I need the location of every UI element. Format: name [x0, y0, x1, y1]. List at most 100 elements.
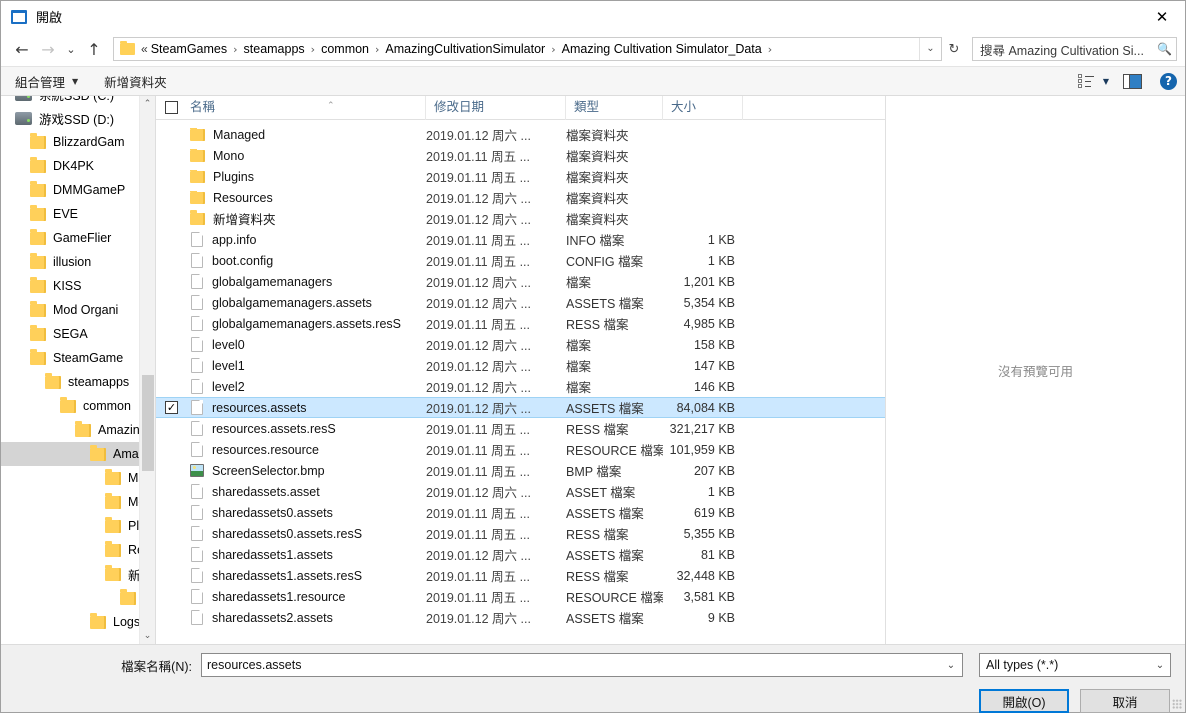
- breadcrumb-item-2[interactable]: common: [320, 41, 370, 57]
- cell-size: 1 KB: [707, 253, 735, 268]
- column-header-name[interactable]: 名稱 ⌃: [190, 95, 426, 120]
- back-button[interactable]: ←: [9, 36, 35, 62]
- preview-pane-button[interactable]: [1123, 73, 1142, 89]
- refresh-icon[interactable]: ↻: [942, 37, 966, 61]
- tree-item[interactable]: DK4PK: [1, 154, 139, 178]
- column-header-size[interactable]: 大小: [663, 95, 743, 120]
- tree-item[interactable]: Reso: [1, 538, 139, 562]
- tree-item[interactable]: steamapps: [1, 370, 139, 394]
- tree-item[interactable]: GameFlier: [1, 226, 139, 250]
- breadcrumb-item-3[interactable]: AmazingCultivationSimulator: [384, 41, 546, 57]
- tree-item[interactable]: Mono: [1, 490, 139, 514]
- table-row[interactable]: ✓Plugins2019.01.11 周五 ...檔案資料夾: [156, 166, 885, 187]
- tree-item[interactable]: Logs: [1, 610, 139, 634]
- tree-item[interactable]: KISS: [1, 274, 139, 298]
- tree-item[interactable]: Plugi: [1, 514, 139, 538]
- tree-item[interactable]: illusion: [1, 250, 139, 274]
- sidebar-scrollbar[interactable]: ⌃ ⌄: [139, 96, 155, 644]
- folder-icon: [30, 324, 46, 341]
- chevron-right-icon[interactable]: ›: [768, 43, 772, 56]
- tree-item[interactable]: Amazing: [1, 418, 139, 442]
- cancel-button[interactable]: 取消: [1080, 689, 1170, 713]
- organize-menu[interactable]: 組合管理 ▼: [15, 72, 78, 91]
- scroll-up-icon[interactable]: ⌃: [140, 96, 155, 112]
- table-row[interactable]: ✓globalgamemanagers.assets2019.01.12 周六 …: [156, 292, 885, 313]
- scroll-down-icon[interactable]: ⌄: [140, 628, 155, 644]
- table-row[interactable]: ✓globalgamemanagers2019.01.12 周六 ...檔案1,…: [156, 271, 885, 292]
- table-row[interactable]: ✓Managed2019.01.12 周六 ...檔案資料夾: [156, 124, 885, 145]
- search-placeholder: 搜尋 Amazing Cultivation Si...: [980, 43, 1144, 58]
- cell-name: resources.assets.resS: [190, 421, 426, 436]
- breadcrumb-item-0[interactable]: SteamGames: [150, 41, 228, 57]
- tree-item[interactable]: 系統SSD (C:): [1, 96, 139, 106]
- column-header-date[interactable]: 修改日期: [426, 95, 566, 120]
- breadcrumb-overflow[interactable]: «: [141, 42, 148, 56]
- chevron-down-icon[interactable]: ⌄: [940, 660, 962, 671]
- command-toolbar: 組合管理 ▼ 新增資料夾 ▼ ?: [1, 66, 1185, 96]
- table-row[interactable]: ✓sharedassets1.assets.resS2019.01.11 周五 …: [156, 565, 885, 586]
- table-row[interactable]: ✓新增資料夾2019.01.12 周六 ...檔案資料夾: [156, 208, 885, 229]
- new-folder-button[interactable]: 新增資料夾: [104, 72, 167, 91]
- table-row[interactable]: ✓resources.assets.resS2019.01.11 周五 ...R…: [156, 418, 885, 439]
- file-name-label: sharedassets2.assets: [212, 610, 333, 625]
- cell-date: 2019.01.11 周五 ...: [426, 591, 530, 605]
- cell-date: 2019.01.11 周五 ...: [426, 444, 530, 458]
- tree-item[interactable]: EVE: [1, 202, 139, 226]
- tree-item[interactable]: Mana: [1, 466, 139, 490]
- table-row[interactable]: ✓sharedassets2.assets2019.01.12 周六 ...AS…: [156, 607, 885, 628]
- tree-item[interactable]: SEGA: [1, 322, 139, 346]
- checkbox-icon[interactable]: [165, 101, 178, 114]
- search-input[interactable]: 搜尋 Amazing Cultivation Si... 🔍: [972, 37, 1177, 61]
- tree-item[interactable]: 新增: [1, 562, 139, 586]
- breadcrumb-item-1[interactable]: steamapps: [243, 41, 306, 57]
- close-icon[interactable]: ✕: [1139, 1, 1185, 32]
- scrollbar-thumb[interactable]: [142, 375, 154, 471]
- table-row[interactable]: ✓Mono2019.01.11 周五 ...檔案資料夾: [156, 145, 885, 166]
- tree-item[interactable]: SteamGame: [1, 346, 139, 370]
- tree-item-label: Mod Organi: [53, 303, 119, 317]
- up-button[interactable]: ↑: [81, 36, 107, 62]
- tree-item[interactable]: 游戏SSD (D:): [1, 106, 139, 130]
- table-row[interactable]: ✓sharedassets.asset2019.01.12 周六 ...ASSE…: [156, 481, 885, 502]
- address-bar[interactable]: « SteamGames › steamapps › common › Amaz…: [113, 37, 942, 61]
- forward-button[interactable]: →: [35, 36, 61, 62]
- select-all-header[interactable]: [156, 96, 190, 120]
- tree-item[interactable]: 新增: [1, 586, 139, 610]
- tree-item[interactable]: DMMGameP: [1, 178, 139, 202]
- resize-grip[interactable]: [1172, 699, 1182, 709]
- table-row[interactable]: ✓resources.resource2019.01.11 周五 ...RESO…: [156, 439, 885, 460]
- open-button[interactable]: 開啟(O): [979, 689, 1069, 713]
- table-row[interactable]: ✓Resources2019.01.12 周六 ...檔案資料夾: [156, 187, 885, 208]
- table-row[interactable]: ✓sharedassets0.assets.resS2019.01.11 周五 …: [156, 523, 885, 544]
- table-row[interactable]: ✓ resources.assets 2019.01.12 周六 ... ASSETS…: [156, 397, 885, 418]
- table-row[interactable]: ✓sharedassets1.assets2019.01.12 周六 ...AS…: [156, 544, 885, 565]
- filename-input[interactable]: resources.assets ⌄: [201, 653, 963, 677]
- filetype-select[interactable]: All types (*.*) ⌄: [979, 653, 1171, 677]
- table-row[interactable]: ✓boot.config2019.01.11 周五 ...CONFIG 檔案1 …: [156, 250, 885, 271]
- table-row[interactable]: ✓sharedassets1.resource2019.01.11 周五 ...…: [156, 586, 885, 607]
- chevron-down-icon[interactable]: ⌄: [919, 38, 941, 60]
- table-row[interactable]: ✓level22019.01.12 周六 ...檔案146 KB: [156, 376, 885, 397]
- tree-item[interactable]: Amazin: [1, 442, 139, 466]
- file-name-label: Managed: [213, 127, 266, 142]
- table-row[interactable]: ✓ScreenSelector.bmp2019.01.11 周五 ...BMP …: [156, 460, 885, 481]
- tree-item[interactable]: Mod Organi: [1, 298, 139, 322]
- table-row[interactable]: ✓level12019.01.12 周六 ...檔案147 KB: [156, 355, 885, 376]
- breadcrumb-item-4[interactable]: Amazing Cultivation Simulator_Data: [561, 41, 763, 57]
- tree-item[interactable]: common: [1, 394, 139, 418]
- file-name-label: sharedassets.asset: [212, 484, 320, 499]
- column-header-type[interactable]: 類型: [566, 95, 663, 120]
- cell-date: 2019.01.11 周五 ...: [426, 570, 530, 584]
- table-row[interactable]: ✓sharedassets0.assets2019.01.11 周五 ...AS…: [156, 502, 885, 523]
- checkbox-icon[interactable]: ✓: [165, 401, 178, 414]
- table-row[interactable]: ✓level02019.01.12 周六 ...檔案158 KB: [156, 334, 885, 355]
- tree-item[interactable]: BlizzardGam: [1, 130, 139, 154]
- cell-type: RESOURCE 檔案: [566, 591, 663, 605]
- recent-locations-button[interactable]: ⌄: [61, 36, 81, 62]
- table-row[interactable]: ✓app.info2019.01.11 周五 ...INFO 檔案1 KB: [156, 229, 885, 250]
- table-row[interactable]: ✓globalgamemanagers.assets.resS2019.01.1…: [156, 313, 885, 334]
- view-mode-button[interactable]: ▼: [1077, 74, 1109, 88]
- cell-type: BMP 檔案: [566, 465, 622, 479]
- help-icon[interactable]: ?: [1160, 72, 1177, 90]
- row-checkbox[interactable]: ✓: [156, 401, 190, 414]
